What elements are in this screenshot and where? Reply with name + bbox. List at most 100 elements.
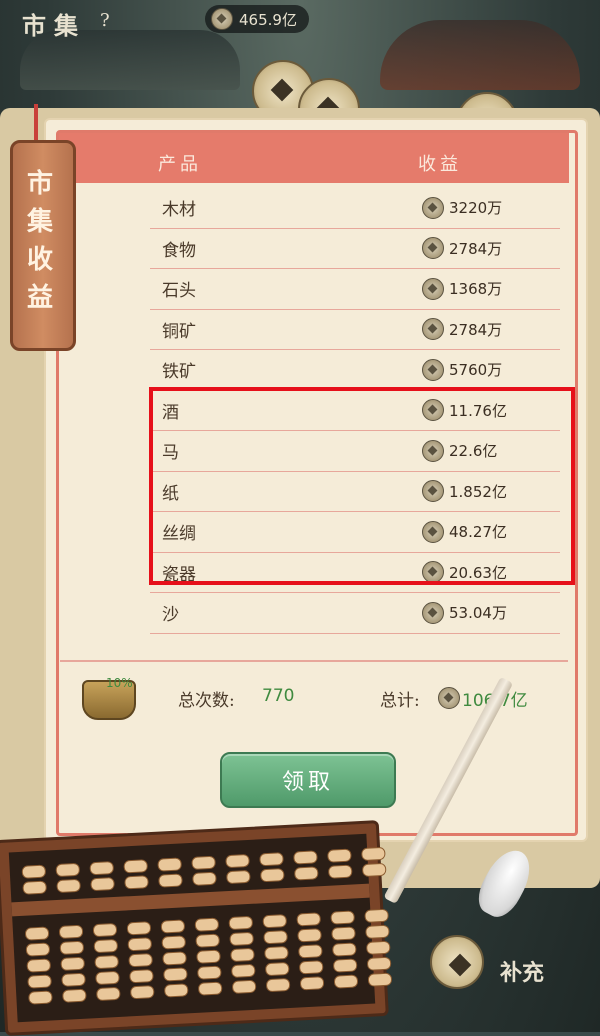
page-title: 市集 (22, 11, 86, 40)
currency-value: 465.9亿 (239, 10, 297, 29)
total-label: 总计: (380, 691, 420, 711)
bead (124, 875, 149, 890)
bead (92, 922, 118, 938)
supplement-label[interactable]: 补充 (500, 955, 544, 987)
bead (162, 951, 187, 966)
bead (21, 864, 47, 879)
bead (93, 938, 119, 954)
bead (332, 942, 357, 957)
bead (197, 981, 223, 996)
bead (296, 912, 322, 927)
bead (194, 917, 220, 932)
bead (163, 967, 188, 982)
bead (230, 947, 255, 963)
table-row: 沙 53.04万 (150, 593, 560, 634)
bead (229, 931, 254, 947)
bead (226, 869, 251, 885)
bead (366, 956, 392, 971)
bookmark-label: 市集收益 (26, 169, 53, 313)
bead (225, 853, 250, 869)
income-text: 2784万 (449, 239, 503, 258)
product-name: 食物 (162, 240, 196, 261)
bead (24, 926, 50, 941)
coin-icon (422, 601, 444, 624)
bead (60, 956, 86, 971)
coin-icon (438, 687, 460, 709)
bead (259, 852, 284, 867)
bead (123, 859, 149, 874)
bead (27, 974, 52, 989)
bead (330, 910, 355, 925)
bead (361, 846, 386, 862)
bead (55, 862, 81, 878)
bead (89, 861, 115, 876)
bead (333, 974, 359, 989)
bead (260, 868, 285, 883)
currency-display: 465.9亿 (205, 5, 309, 33)
bead (298, 960, 324, 975)
building-roof (380, 20, 580, 90)
bead (264, 961, 290, 977)
coin-icon (430, 935, 484, 989)
income-text: 3220万 (449, 199, 503, 218)
bead (129, 985, 155, 1000)
bead (58, 924, 84, 939)
count-label: 总次数: (178, 691, 235, 711)
bead (297, 928, 322, 943)
column-header-product: 产品 (158, 154, 202, 175)
bead (367, 972, 393, 987)
income-value: 5760万 (422, 358, 503, 381)
bead (332, 958, 358, 973)
income-text: 5760万 (449, 361, 503, 380)
product-name: 石头 (162, 281, 196, 302)
bead (230, 963, 256, 978)
highlight-box (149, 387, 575, 585)
income-text: 2784万 (449, 320, 503, 339)
product-name: 铁矿 (162, 362, 196, 383)
income-text: 1368万 (449, 280, 503, 299)
bookmark-string (34, 104, 38, 144)
bead (192, 871, 217, 886)
bead (90, 877, 115, 892)
table-header-band (59, 133, 569, 183)
bead (293, 850, 318, 865)
coin-icon (422, 318, 444, 341)
coin-icon (422, 277, 444, 300)
income-value: 2784万 (422, 237, 503, 260)
coin-icon (211, 8, 233, 30)
bead (62, 988, 87, 1003)
table-row: 木材 3220万 (150, 188, 560, 229)
bead (263, 930, 288, 945)
bead (25, 942, 51, 957)
bead (228, 915, 254, 931)
bead (364, 908, 389, 923)
bead (365, 940, 391, 955)
bead (61, 972, 86, 987)
bead (129, 969, 154, 984)
bead (59, 940, 85, 955)
bead (327, 848, 352, 863)
bead (157, 857, 182, 872)
bead (262, 914, 288, 929)
help-icon[interactable]: ? (100, 10, 110, 31)
bead (231, 979, 257, 994)
bead (161, 935, 187, 950)
bead (95, 970, 120, 986)
bead (331, 926, 356, 941)
table-row: 铜矿 2784万 (150, 310, 560, 350)
bead (127, 937, 153, 952)
table-row: 石头 1368万 (150, 269, 560, 310)
bead (195, 933, 221, 948)
bead (196, 949, 221, 964)
bead (26, 958, 52, 973)
bead (293, 866, 319, 881)
income-value: 53.04万 (422, 601, 507, 624)
bead (96, 986, 121, 1002)
bead (299, 976, 325, 991)
claim-button[interactable]: 领取 (220, 752, 396, 808)
bead (126, 921, 152, 936)
coin-icon (422, 237, 444, 260)
bead (264, 945, 289, 961)
bead (158, 873, 183, 888)
income-value: 2784万 (422, 318, 503, 341)
